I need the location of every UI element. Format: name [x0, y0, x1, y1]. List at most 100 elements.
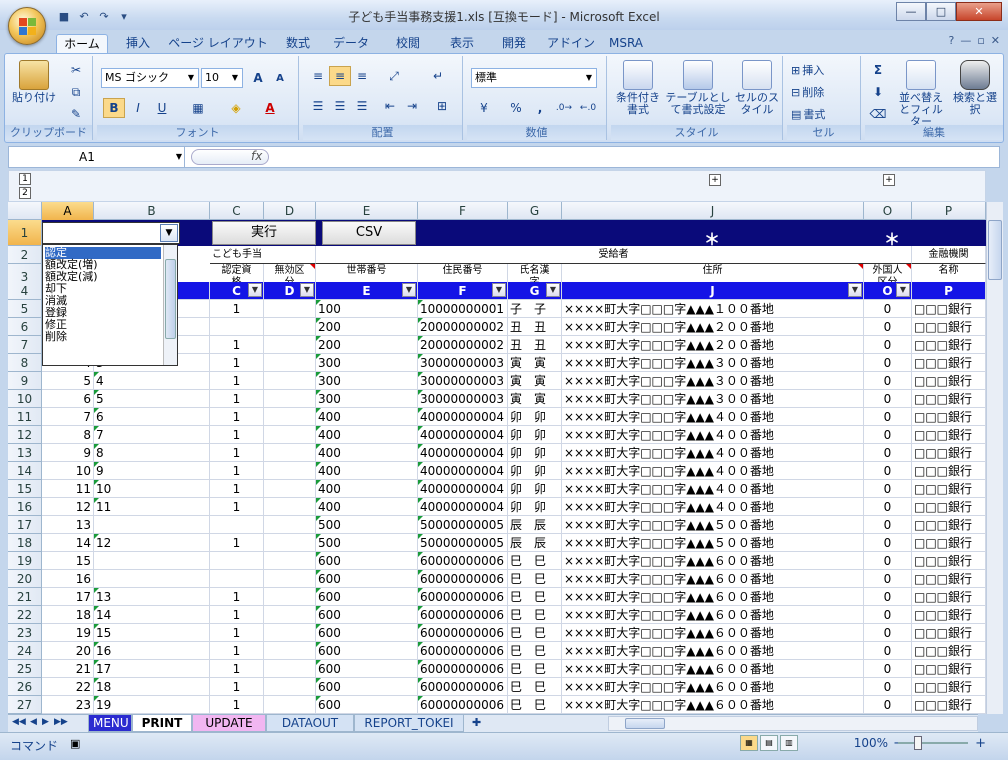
- filter-dropdown-icon[interactable]: ▼: [248, 283, 262, 297]
- cell-j[interactable]: ××××町大字□□□字▲▲▲３００番地: [562, 372, 864, 390]
- scroll-thumb[interactable]: [988, 220, 1002, 280]
- cell-f[interactable]: 60000000006: [418, 678, 508, 696]
- cell-e[interactable]: 200: [316, 336, 418, 354]
- align-bottom-icon[interactable]: ≡: [351, 66, 373, 86]
- sheet-tab-print[interactable]: PRINT: [132, 715, 192, 732]
- cell-a[interactable]: 17: [42, 588, 94, 606]
- cell-o[interactable]: 0: [864, 480, 912, 498]
- cell-g[interactable]: 丑 丑: [508, 318, 562, 336]
- tab-8[interactable]: アドイン: [542, 34, 600, 54]
- cell-o[interactable]: 0: [864, 660, 912, 678]
- cell-f[interactable]: 60000000006: [418, 624, 508, 642]
- increase-decimal-icon[interactable]: .0→: [553, 98, 575, 118]
- cell-g[interactable]: 寅 寅: [508, 372, 562, 390]
- insert-function-icon[interactable]: fx: [251, 149, 262, 163]
- filter-header-C[interactable]: C ▼: [210, 282, 264, 300]
- tab-1[interactable]: 挿入: [114, 34, 162, 54]
- cell-c[interactable]: [210, 570, 264, 588]
- cell-o[interactable]: 0: [864, 408, 912, 426]
- cell-e[interactable]: 300: [316, 390, 418, 408]
- sheet-tab-dataout[interactable]: DATAOUT: [266, 715, 354, 732]
- tab-5[interactable]: 校閲: [384, 34, 432, 54]
- cell-e[interactable]: 600: [316, 570, 418, 588]
- scroll-thumb[interactable]: [165, 259, 176, 339]
- cell-f[interactable]: 60000000006: [418, 570, 508, 588]
- cell-a[interactable]: 9: [42, 444, 94, 462]
- office-button[interactable]: [8, 7, 46, 45]
- column-header-D[interactable]: D: [264, 202, 316, 220]
- fill-icon[interactable]: ⬇: [867, 82, 889, 102]
- cell-e[interactable]: 600: [316, 552, 418, 570]
- cell-c[interactable]: 1: [210, 426, 264, 444]
- cell-f[interactable]: 20000000002: [418, 318, 508, 336]
- header-bank[interactable]: 金融機関: [912, 246, 986, 264]
- cell-d[interactable]: [264, 642, 316, 660]
- cell-j[interactable]: ××××町大字□□□字▲▲▲４００番地: [562, 444, 864, 462]
- filter-header-G[interactable]: G ▼: [508, 282, 562, 300]
- row-header[interactable]: 10: [8, 390, 42, 408]
- cell-d[interactable]: [264, 534, 316, 552]
- row-header[interactable]: 1: [8, 220, 42, 246]
- cell-a[interactable]: 15: [42, 552, 94, 570]
- cell-b[interactable]: 19: [94, 696, 210, 714]
- sheet-tab-report_tokei[interactable]: REPORT_TOKEI: [354, 715, 464, 732]
- cell-d[interactable]: [264, 372, 316, 390]
- cell-p[interactable]: □□□銀行: [912, 516, 986, 534]
- cell-j[interactable]: ××××町大字□□□字▲▲▲２００番地: [562, 336, 864, 354]
- cell-e[interactable]: 400: [316, 480, 418, 498]
- workbook-close-icon[interactable]: ✕: [991, 34, 1000, 47]
- cell-b[interactable]: 12: [94, 534, 210, 552]
- cell-f[interactable]: 10000000001: [418, 300, 508, 318]
- tab-9[interactable]: MSRA: [606, 34, 646, 54]
- cell-b[interactable]: [94, 516, 210, 534]
- cell-e[interactable]: 300: [316, 372, 418, 390]
- align-top-icon[interactable]: ≡: [307, 66, 329, 86]
- cut-icon[interactable]: ✂: [65, 60, 87, 80]
- cell-p[interactable]: □□□銀行: [912, 300, 986, 318]
- cell-j[interactable]: ××××町大字□□□字▲▲▲６００番地: [562, 696, 864, 714]
- header-recipient[interactable]: 受給者: [316, 246, 912, 264]
- cell-p[interactable]: □□□銀行: [912, 606, 986, 624]
- cell-j[interactable]: ××××町大字□□□字▲▲▲４００番地: [562, 408, 864, 426]
- page-break-view-icon[interactable]: ▥: [780, 735, 798, 751]
- cell-c[interactable]: 1: [210, 336, 264, 354]
- cell-c[interactable]: 1: [210, 480, 264, 498]
- percent-button[interactable]: %: [505, 98, 527, 118]
- cell-p[interactable]: □□□銀行: [912, 570, 986, 588]
- cell-g[interactable]: 卯 卯: [508, 462, 562, 480]
- tab-4[interactable]: データ: [326, 34, 376, 54]
- cell-b[interactable]: 17: [94, 660, 210, 678]
- cell-f[interactable]: 60000000006: [418, 552, 508, 570]
- cell-g[interactable]: 巳 巳: [508, 606, 562, 624]
- row-header[interactable]: 23: [8, 624, 42, 642]
- maximize-button[interactable]: □: [926, 2, 956, 21]
- cell-c[interactable]: 1: [210, 534, 264, 552]
- row-header[interactable]: 6: [8, 318, 42, 336]
- cell-c[interactable]: 1: [210, 642, 264, 660]
- cell-d[interactable]: [264, 678, 316, 696]
- filter-header-J[interactable]: J ▼: [562, 282, 864, 300]
- cell-f[interactable]: 60000000006: [418, 606, 508, 624]
- cell-a[interactable]: 8: [42, 426, 94, 444]
- cell-j[interactable]: ××××町大字□□□字▲▲▲１００番地: [562, 300, 864, 318]
- column-header-J[interactable]: J: [562, 202, 864, 220]
- page-layout-view-icon[interactable]: ▤: [760, 735, 778, 751]
- cell-f[interactable]: 30000000003: [418, 372, 508, 390]
- cell-o[interactable]: 0: [864, 642, 912, 660]
- cell-e[interactable]: 400: [316, 426, 418, 444]
- cell-a[interactable]: 22: [42, 678, 94, 696]
- cell-f[interactable]: 40000000004: [418, 480, 508, 498]
- cell-j[interactable]: ××××町大字□□□字▲▲▲３００番地: [562, 390, 864, 408]
- cell-e[interactable]: 200: [316, 318, 418, 336]
- outline-level-2-button[interactable]: 2: [19, 187, 31, 199]
- row-header[interactable]: 13: [8, 444, 42, 462]
- zoom-in-button[interactable]: +: [975, 736, 986, 751]
- cell-p[interactable]: □□□銀行: [912, 552, 986, 570]
- cell-j[interactable]: ××××町大字□□□字▲▲▲６００番地: [562, 678, 864, 696]
- row-header[interactable]: 21: [8, 588, 42, 606]
- close-button[interactable]: ✕: [956, 2, 1002, 21]
- cell-a[interactable]: 23: [42, 696, 94, 714]
- cell-e[interactable]: 600: [316, 642, 418, 660]
- cell-g[interactable]: 卯 卯: [508, 498, 562, 516]
- cell-g[interactable]: 卯 卯: [508, 426, 562, 444]
